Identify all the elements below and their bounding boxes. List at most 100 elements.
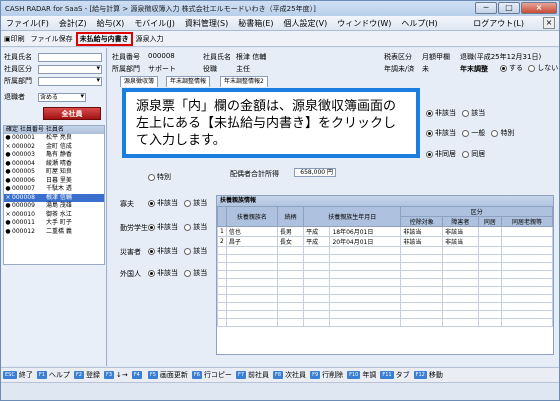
- student-na-radio[interactable]: [148, 223, 155, 231]
- withholding-input-button[interactable]: 源泉入力: [133, 34, 167, 44]
- foreigner-na-label: 非該当: [157, 269, 178, 277]
- menu-logout[interactable]: ログアウト(L): [468, 18, 529, 29]
- fkey-f5[interactable]: F5 画面更新: [147, 370, 188, 380]
- cell-era[interactable]: 平成: [303, 226, 331, 237]
- empty-row[interactable]: [217, 270, 554, 279]
- maximize-button[interactable]: □: [498, 2, 520, 14]
- empty-row[interactable]: [217, 318, 554, 327]
- list-item[interactable]: ● 000011 大手 町子: [4, 219, 104, 228]
- row2-general-radio[interactable]: [462, 129, 470, 137]
- fkey-f8[interactable]: F8 次社員: [273, 370, 306, 380]
- fkey-esc[interactable]: ESC 終了: [3, 370, 33, 380]
- menu-secretary[interactable]: 秘書箱(E): [233, 18, 278, 29]
- print-button[interactable]: ▣印刷: [1, 34, 28, 44]
- close-button[interactable]: ×: [521, 2, 557, 14]
- menu-mobile[interactable]: モバイル(J): [129, 18, 180, 29]
- year-end-no-radio[interactable]: [528, 64, 536, 72]
- disaster-na-radio[interactable]: [148, 247, 155, 255]
- list-item[interactable]: ● 000003 亀有 静香: [4, 151, 104, 160]
- widow-yes-radio[interactable]: [184, 199, 192, 207]
- menu-file[interactable]: ファイル(F): [1, 18, 54, 29]
- cell-name[interactable]: 信也: [225, 226, 278, 237]
- foreigner-yes-radio[interactable]: [184, 269, 192, 277]
- tab-year-end[interactable]: 年末調整情報: [166, 76, 211, 87]
- row3-together-radio[interactable]: [462, 150, 470, 158]
- table-row[interactable]: 1 信也 長男 平成 18年06月01日 非該当 非該当: [217, 226, 554, 237]
- row2-na-radio[interactable]: [426, 129, 433, 137]
- cell-deduction[interactable]: 非該当: [400, 236, 444, 247]
- disaster-yes-radio[interactable]: [184, 247, 192, 255]
- list-item[interactable]: ● 000012 二重橋 義: [4, 228, 104, 237]
- list-item[interactable]: ● 000004 綾瀬 晴香: [4, 160, 104, 169]
- row1-yes-radio[interactable]: [462, 109, 470, 117]
- empty-row[interactable]: [217, 254, 554, 263]
- menu-personal[interactable]: 個人設定(V): [279, 18, 333, 29]
- cell-date[interactable]: 20年04月01日: [329, 236, 402, 247]
- cell-relation[interactable]: 長男: [276, 226, 305, 237]
- child-close-button[interactable]: ×: [543, 17, 555, 29]
- tab-year-end-2[interactable]: 年末調整情報2: [220, 76, 268, 87]
- list-item[interactable]: × 000002 金町 信成: [4, 143, 104, 152]
- fkey-f4[interactable]: F4: [131, 371, 144, 379]
- cell-disabled[interactable]: 非該当: [442, 226, 479, 237]
- fkey-f1[interactable]: F1 ヘルプ: [36, 370, 70, 380]
- fkey-f12[interactable]: F12 移動: [413, 370, 443, 380]
- row1-na-radio[interactable]: [426, 109, 433, 117]
- empty-row[interactable]: [217, 294, 554, 303]
- minimize-button[interactable]: ─: [475, 2, 497, 14]
- file-save-button[interactable]: ファイル保存: [28, 34, 76, 44]
- tab-withholding[interactable]: 源泉徴収簿: [120, 76, 159, 87]
- fkey-f10[interactable]: F10 年調: [347, 370, 376, 380]
- cell-elderly[interactable]: [500, 236, 554, 247]
- class-select[interactable]: [38, 64, 102, 74]
- cell-disabled[interactable]: 非該当: [442, 236, 479, 247]
- student-yes-radio[interactable]: [184, 223, 192, 231]
- empty-row[interactable]: [217, 302, 554, 311]
- list-item[interactable]: ● 000009 湯島 茂雄: [4, 202, 104, 211]
- dept-select[interactable]: [38, 76, 102, 86]
- cell-era[interactable]: 平成: [303, 236, 331, 247]
- cell-date[interactable]: 18年06月01日: [329, 226, 402, 237]
- all-employees-button[interactable]: 全社員: [43, 107, 101, 120]
- fkey-badge: F9: [310, 371, 321, 379]
- list-item[interactable]: × 000008 根津 信輔: [4, 193, 104, 202]
- list-item[interactable]: ● 000005 町屋 知良: [4, 168, 104, 177]
- list-item[interactable]: × 000010 御茶 水江: [4, 211, 104, 220]
- list-item[interactable]: ● 000001 松平 亮良: [4, 134, 104, 143]
- table-row[interactable]: 2 昌子 長女 平成 20年04月01日 非該当 非該当: [217, 236, 554, 247]
- fkey-f9[interactable]: F9 行削除: [310, 370, 343, 380]
- fkey-f3[interactable]: F3 ↓→: [103, 371, 128, 379]
- cell-elderly[interactable]: [500, 226, 554, 237]
- name-input[interactable]: [38, 52, 102, 62]
- fkey-f2[interactable]: F2 登録: [73, 370, 100, 380]
- year-end-yes-radio[interactable]: [500, 64, 507, 72]
- menu-payroll[interactable]: 給与(X): [92, 18, 130, 29]
- list-item[interactable]: ● 000006 日暮 里美: [4, 177, 104, 186]
- row2-special-radio[interactable]: [491, 129, 499, 137]
- row3-separate-radio[interactable]: [426, 150, 433, 158]
- cell-together[interactable]: [477, 226, 502, 237]
- menu-accounting[interactable]: 会計(Z): [54, 18, 92, 29]
- empty-row[interactable]: [217, 310, 554, 319]
- retire-select[interactable]: 含める: [38, 92, 86, 102]
- menu-help[interactable]: ヘルプ(H): [396, 18, 442, 29]
- menu-window[interactable]: ウィンドウ(W): [332, 18, 396, 29]
- fkey-f11[interactable]: F11 タブ: [380, 370, 410, 380]
- widow-na-radio[interactable]: [148, 199, 155, 207]
- empty-row[interactable]: [217, 262, 554, 271]
- empty-row[interactable]: [217, 286, 554, 295]
- cell-together[interactable]: [477, 236, 502, 247]
- cell-name[interactable]: 昌子: [225, 236, 278, 247]
- empty-row[interactable]: [217, 278, 554, 287]
- menu-documents[interactable]: 資料管理(S): [180, 18, 233, 29]
- empty-row[interactable]: [217, 246, 554, 255]
- unpaid-salary-button[interactable]: 未払給与内書き: [75, 31, 133, 46]
- spouse-special-radio[interactable]: [148, 173, 155, 181]
- fkey-f7[interactable]: F7 前社員: [235, 370, 269, 380]
- cell-deduction[interactable]: 非該当: [400, 226, 444, 237]
- foreigner-na-radio[interactable]: [148, 269, 155, 277]
- fkey-f6[interactable]: F6 行コピー: [191, 370, 232, 380]
- cell-relation[interactable]: 長女: [276, 236, 305, 247]
- spouse-total-value[interactable]: 658,000 円: [294, 168, 336, 177]
- list-item[interactable]: ● 000007 千駄木 透: [4, 185, 104, 194]
